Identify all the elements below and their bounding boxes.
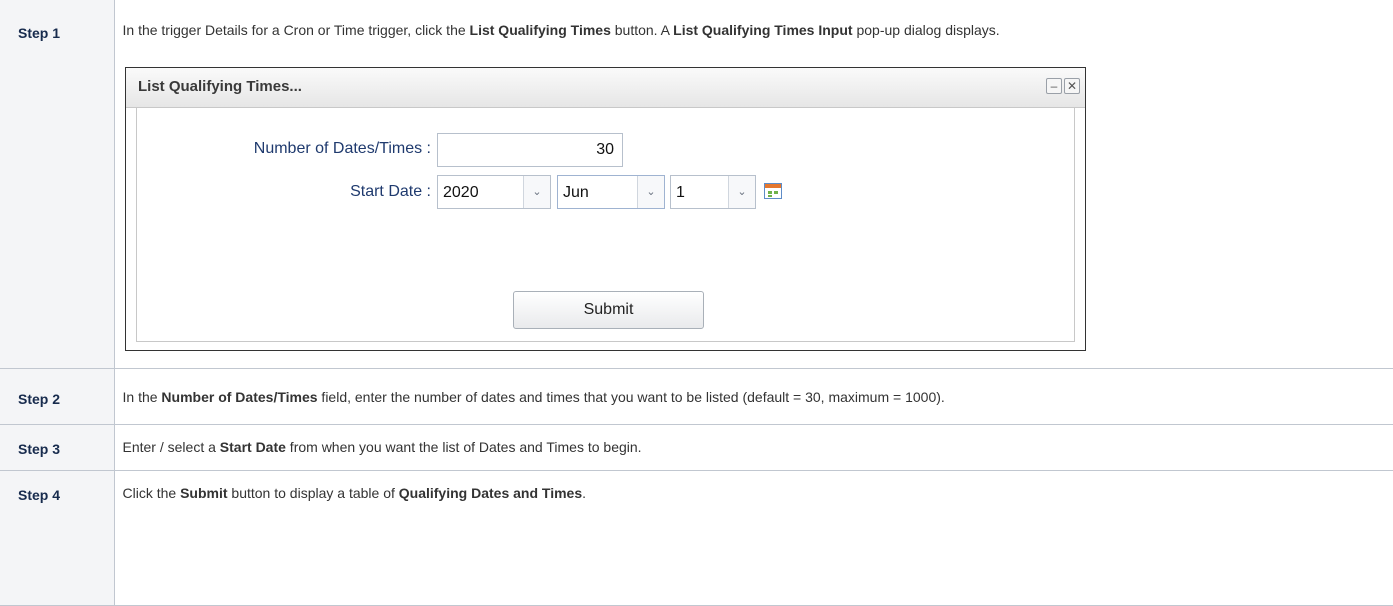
- text-run: .: [582, 485, 586, 501]
- step-text: Click the Submit button to display a tab…: [123, 471, 1393, 501]
- month-select[interactable]: Jun ⌄: [557, 175, 665, 209]
- text-run: In the trigger Details for a Cron or Tim…: [123, 22, 470, 38]
- step-label-cell: Step 1: [0, 0, 114, 368]
- bold-term: Qualifying Dates and Times: [399, 485, 582, 501]
- day-select[interactable]: 1 ⌄: [670, 175, 756, 209]
- text-run: field, enter the number of dates and tim…: [318, 389, 945, 405]
- text-run: pop-up dialog displays.: [853, 22, 1000, 38]
- step-label: Step 2: [18, 369, 114, 407]
- submit-button[interactable]: Submit: [513, 291, 704, 329]
- step-text: In the Number of Dates/Times field, ente…: [123, 369, 1393, 405]
- text-run: button. A: [611, 22, 673, 38]
- bold-term: Start Date: [220, 439, 286, 455]
- step-text: In the trigger Details for a Cron or Tim…: [123, 0, 1393, 38]
- dialog-titlebar[interactable]: List Qualifying Times... – ✕: [126, 68, 1085, 108]
- bold-term: Number of Dates/Times: [161, 389, 317, 405]
- bold-term: List Qualifying Times Input: [673, 22, 852, 38]
- number-of-dates-label: Number of Dates/Times :: [150, 140, 431, 158]
- step-text: Enter / select a Start Date from when yo…: [123, 425, 1393, 455]
- text-run: button to display a table of: [228, 485, 399, 501]
- close-icon[interactable]: ✕: [1064, 78, 1080, 94]
- step-label-cell: Step 2: [0, 368, 114, 424]
- step-label: Step 4: [18, 471, 114, 503]
- day-value: 1: [676, 184, 685, 202]
- bold-term: Submit: [180, 485, 227, 501]
- chevron-down-icon[interactable]: ⌄: [728, 176, 755, 208]
- text-run: from when you want the list of Dates and…: [286, 439, 642, 455]
- chevron-down-icon[interactable]: ⌄: [637, 176, 664, 208]
- calendar-icon[interactable]: [764, 183, 782, 199]
- step-label: Step 3: [18, 425, 114, 457]
- step-row: Step 4 Click the Submit button to displa…: [0, 470, 1393, 605]
- month-value: Jun: [563, 184, 589, 202]
- year-select[interactable]: 2020 ⌄: [437, 175, 551, 209]
- step-body-cell: Click the Submit button to display a tab…: [114, 470, 1393, 605]
- minimize-icon[interactable]: –: [1046, 78, 1062, 94]
- text-run: Click the: [123, 485, 181, 501]
- list-qualifying-times-dialog: List Qualifying Times... – ✕ Number of D…: [125, 67, 1086, 351]
- step-row: Step 2 In the Number of Dates/Times fiel…: [0, 368, 1393, 424]
- step-label: Step 1: [18, 0, 114, 41]
- dialog-title: List Qualifying Times...: [138, 78, 302, 95]
- year-value: 2020: [443, 184, 479, 202]
- step-row: Step 3 Enter / select a Start Date from …: [0, 424, 1393, 470]
- text-run: Enter / select a: [123, 439, 220, 455]
- start-date-label: Start Date :: [150, 183, 431, 201]
- step-body-cell: In the Number of Dates/Times field, ente…: [114, 368, 1393, 424]
- step-label-cell: Step 3: [0, 424, 114, 470]
- text-run: In the: [123, 389, 162, 405]
- number-of-dates-input[interactable]: 30: [437, 133, 623, 167]
- step-body-cell: Enter / select a Start Date from when yo…: [114, 424, 1393, 470]
- step-label-cell: Step 4: [0, 470, 114, 605]
- chevron-down-icon[interactable]: ⌄: [523, 176, 550, 208]
- bold-term: List Qualifying Times: [470, 22, 611, 38]
